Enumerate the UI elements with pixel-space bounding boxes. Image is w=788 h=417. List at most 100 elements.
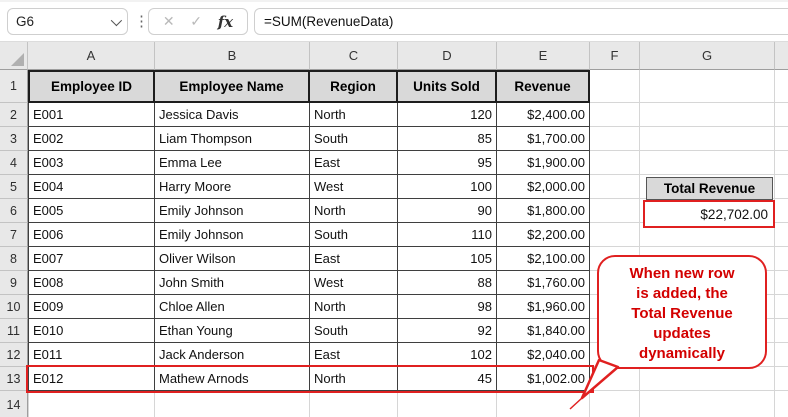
cell-employee-id[interactable]: E010	[28, 319, 155, 343]
ellipsis-icon[interactable]: ⋮	[134, 12, 149, 30]
cell-revenue[interactable]: $1,002.00	[497, 367, 590, 391]
cell-units-sold[interactable]: 88	[398, 271, 497, 295]
header-cell-revenue[interactable]: Revenue	[497, 70, 590, 103]
cancel-icon[interactable]: ✕	[163, 13, 175, 30]
cell-employee-name[interactable]: Emily Johnson	[155, 199, 310, 223]
cell-region[interactable]: East	[310, 151, 398, 175]
row-header[interactable]: 9	[0, 271, 28, 295]
total-revenue-label[interactable]: Total Revenue	[646, 177, 773, 200]
row-header[interactable]: 7	[0, 223, 28, 247]
cell-region[interactable]: North	[310, 367, 398, 391]
total-revenue-value[interactable]: $22,702.00	[643, 200, 775, 228]
cell-revenue[interactable]: $2,400.00	[497, 103, 590, 127]
cell-units-sold[interactable]: 90	[398, 199, 497, 223]
header-cell-employee-name[interactable]: Employee Name	[155, 70, 310, 103]
cell-empty-g[interactable]	[640, 367, 775, 391]
cell-empty-f[interactable]	[590, 199, 640, 223]
cell-empty[interactable]	[310, 391, 398, 417]
insert-function-icon[interactable]: fx	[218, 13, 233, 31]
cell-employee-name[interactable]: Liam Thompson	[155, 127, 310, 151]
cell-region[interactable]: South	[310, 127, 398, 151]
cell-revenue[interactable]: $2,100.00	[497, 247, 590, 271]
row-header[interactable]: 5	[0, 175, 28, 199]
chevron-down-icon[interactable]	[111, 14, 122, 25]
header-cell-employee-id[interactable]: Employee ID	[28, 70, 155, 103]
callout-shape[interactable]: When new row is added, the Total Revenue…	[597, 255, 767, 369]
cell-units-sold[interactable]: 110	[398, 223, 497, 247]
column-header-a[interactable]: A	[28, 42, 155, 70]
cell-region[interactable]: South	[310, 223, 398, 247]
row-header[interactable]: 1	[0, 70, 28, 103]
cell-employee-id[interactable]: E001	[28, 103, 155, 127]
row-header[interactable]: 8	[0, 247, 28, 271]
cell-region[interactable]: South	[310, 319, 398, 343]
cell-units-sold[interactable]: 98	[398, 295, 497, 319]
cell-revenue[interactable]: $2,200.00	[497, 223, 590, 247]
row-header[interactable]: 12	[0, 343, 28, 367]
cell-employee-name[interactable]: Harry Moore	[155, 175, 310, 199]
cell-employee-name[interactable]: Jessica Davis	[155, 103, 310, 127]
cell-region[interactable]: North	[310, 295, 398, 319]
cell-empty-f[interactable]	[590, 391, 640, 417]
cell-revenue[interactable]: $1,700.00	[497, 127, 590, 151]
cell-employee-name[interactable]: Oliver Wilson	[155, 247, 310, 271]
cell-employee-name[interactable]: John Smith	[155, 271, 310, 295]
cell-employee-name[interactable]: Chloe Allen	[155, 295, 310, 319]
cell-empty[interactable]	[497, 391, 590, 417]
column-header-partial[interactable]	[775, 42, 788, 70]
name-box[interactable]: G6	[7, 8, 128, 35]
cell-employee-name[interactable]: Ethan Young	[155, 319, 310, 343]
cell-region[interactable]: West	[310, 175, 398, 199]
header-cell-region[interactable]: Region	[310, 70, 398, 103]
cell-revenue[interactable]: $2,040.00	[497, 343, 590, 367]
cell-region[interactable]: East	[310, 343, 398, 367]
cell-units-sold[interactable]: 92	[398, 319, 497, 343]
cell-employee-name[interactable]: Emily Johnson	[155, 223, 310, 247]
column-header-e[interactable]: E	[497, 42, 590, 70]
cell-empty-f[interactable]	[590, 175, 640, 199]
cell-employee-id[interactable]: E003	[28, 151, 155, 175]
cell-empty-f[interactable]	[590, 127, 640, 151]
column-header-b[interactable]: B	[155, 42, 310, 70]
cell-units-sold[interactable]: 45	[398, 367, 497, 391]
cell-employee-id[interactable]: E009	[28, 295, 155, 319]
cell-employee-id[interactable]: E004	[28, 175, 155, 199]
row-header[interactable]: 11	[0, 319, 28, 343]
row-header[interactable]: 4	[0, 151, 28, 175]
cell-empty-f[interactable]	[590, 367, 640, 391]
cell-revenue[interactable]: $1,960.00	[497, 295, 590, 319]
header-cell-units-sold[interactable]: Units Sold	[398, 70, 497, 103]
cell-empty-f[interactable]	[590, 70, 640, 103]
cell-employee-name[interactable]: Emma Lee	[155, 151, 310, 175]
cell-revenue[interactable]: $1,840.00	[497, 319, 590, 343]
cell-employee-id[interactable]: E005	[28, 199, 155, 223]
cell-empty-g[interactable]	[640, 127, 775, 151]
cell-revenue[interactable]: $2,000.00	[497, 175, 590, 199]
column-header-g[interactable]: G	[640, 42, 775, 70]
row-header[interactable]: 14	[0, 391, 28, 417]
cell-empty[interactable]	[155, 391, 310, 417]
cell-empty-g[interactable]	[640, 103, 775, 127]
cell-empty-f[interactable]	[590, 223, 640, 247]
cell-employee-id[interactable]: E011	[28, 343, 155, 367]
cell-employee-id[interactable]: E008	[28, 271, 155, 295]
cell-revenue[interactable]: $1,900.00	[497, 151, 590, 175]
column-header-c[interactable]: C	[310, 42, 398, 70]
formula-input[interactable]: =SUM(RevenueData)	[254, 8, 788, 35]
select-all-button[interactable]	[0, 42, 28, 70]
enter-icon[interactable]: ✓	[190, 13, 202, 30]
cell-employee-id[interactable]: E007	[28, 247, 155, 271]
cell-revenue[interactable]: $1,760.00	[497, 271, 590, 295]
column-header-f[interactable]: F	[590, 42, 640, 70]
cell-empty-f[interactable]	[590, 151, 640, 175]
cell-empty-g[interactable]	[640, 391, 775, 417]
row-header[interactable]: 3	[0, 127, 28, 151]
cell-revenue[interactable]: $1,800.00	[497, 199, 590, 223]
cell-units-sold[interactable]: 120	[398, 103, 497, 127]
cell-units-sold[interactable]: 95	[398, 151, 497, 175]
cell-units-sold[interactable]: 100	[398, 175, 497, 199]
cell-region[interactable]: North	[310, 103, 398, 127]
cell-region[interactable]: East	[310, 247, 398, 271]
cell-units-sold[interactable]: 102	[398, 343, 497, 367]
row-header[interactable]: 13	[0, 367, 28, 391]
